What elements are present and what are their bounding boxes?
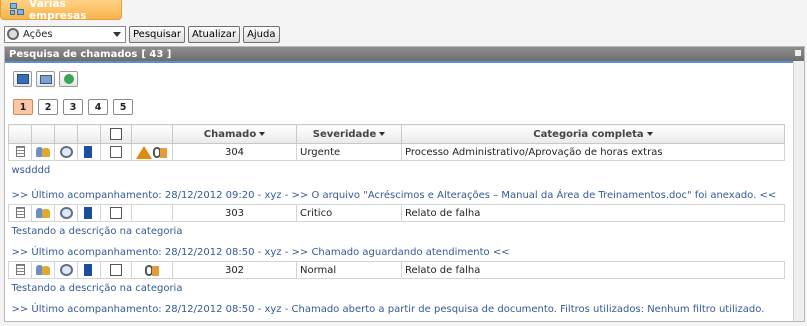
page-button-1[interactable]: 1 (13, 99, 33, 115)
globe-icon (63, 74, 74, 84)
select-all-checkbox[interactable] (100, 124, 132, 144)
page-button-2[interactable]: 2 (38, 99, 58, 115)
ticket-description: Testando a descrição na categoria (11, 283, 183, 294)
actions-select-value: Ações (23, 28, 53, 40)
ticket-severity: Normal (296, 261, 402, 279)
column-header-categoria[interactable]: Categoria completa (401, 124, 785, 144)
pagination: 1 2 3 4 5 (13, 99, 133, 115)
ticket-number: 304 (172, 143, 297, 161)
companies-icon (10, 2, 25, 17)
column-header-chamado[interactable]: Chamado (172, 124, 297, 144)
print-button[interactable] (36, 71, 55, 87)
details-icon[interactable] (15, 146, 25, 158)
details-icon[interactable] (15, 264, 25, 276)
list-view-button[interactable] (13, 71, 32, 87)
toolbar: Ações Pesquisar Atualizar Ajuda (4, 25, 280, 43)
ticket-severity: Urgente (296, 143, 402, 161)
list-view-icon (16, 74, 29, 84)
history-icon[interactable] (59, 207, 73, 219)
attachment-icon[interactable] (152, 146, 168, 159)
ticket-number: 303 (172, 204, 297, 222)
table-header-row: Chamado Severidade Categoria completa (8, 124, 785, 144)
hierarchy-icon[interactable] (83, 264, 95, 276)
hierarchy-icon[interactable] (83, 146, 95, 158)
last-follow-up: >> Último acompanhamento: 28/12/2012 08:… (11, 247, 510, 258)
row-checkbox[interactable] (110, 207, 122, 219)
assign-users-icon[interactable] (35, 146, 51, 158)
page-button-5[interactable]: 5 (113, 99, 133, 115)
ticket-severity: Critico (296, 204, 402, 222)
last-follow-up: >> Último acompanhamento: 28/12/2012 08:… (11, 304, 765, 315)
last-follow-up: >> Último acompanhamento: 28/12/2012 09:… (11, 190, 777, 201)
table-row[interactable]: 303 Critico Relato de falha (8, 204, 785, 222)
help-button[interactable]: Ajuda (243, 25, 280, 43)
search-button[interactable]: Pesquisar (129, 25, 185, 43)
actions-select[interactable]: Ações (4, 25, 126, 43)
ticket-category: Processo Administrativo/Aprovação de hor… (401, 143, 785, 161)
chevron-down-icon (113, 31, 121, 37)
assign-users-icon[interactable] (35, 207, 51, 219)
hierarchy-icon[interactable] (83, 207, 95, 219)
row-checkbox[interactable] (110, 146, 122, 158)
ticket-category: Relato de falha (401, 261, 785, 279)
warning-icon (136, 145, 152, 159)
history-icon[interactable] (59, 264, 73, 276)
column-header-severidade[interactable]: Severidade (296, 124, 402, 144)
table-row[interactable]: 304 Urgente Processo Administrativo/Apro… (8, 143, 785, 161)
sort-arrow-icon (646, 131, 653, 136)
attachment-icon[interactable] (144, 264, 160, 277)
row-checkbox[interactable] (110, 264, 122, 276)
panel-title: Pesquisa de chamados (9, 48, 138, 60)
history-icon[interactable] (59, 146, 73, 158)
ticket-category: Relato de falha (401, 204, 785, 222)
search-panel: Pesquisa de chamados [ 43 ] 1 2 3 4 5 Ch… (4, 46, 805, 322)
page-button-3[interactable]: 3 (63, 99, 83, 115)
sort-arrow-icon (259, 131, 266, 136)
page-button-4[interactable]: 4 (88, 99, 108, 115)
sort-arrow-icon (379, 131, 386, 136)
details-icon[interactable] (15, 207, 25, 219)
view-icon-bar (13, 71, 78, 87)
refresh-button[interactable]: Atualizar (187, 25, 241, 43)
refresh-view-button[interactable] (59, 71, 78, 87)
tickets-table: Chamado Severidade Categoria completa 30… (8, 124, 785, 318)
assign-users-icon[interactable] (35, 264, 51, 276)
ticket-description: Testando a descrição na categoria (11, 226, 183, 237)
table-row[interactable]: 302 Normal Relato de falha (8, 261, 785, 279)
company-tab[interactable]: Várias empresas (0, 0, 122, 22)
ticket-number: 302 (172, 261, 297, 279)
gear-icon (7, 28, 19, 40)
vertical-scrollbar[interactable] (793, 61, 804, 321)
printer-icon (39, 74, 52, 84)
panel-toggle-icon[interactable] (795, 50, 801, 56)
panel-header: Pesquisa de chamados [ 43 ] (5, 47, 804, 63)
ticket-description: wsdddd (11, 165, 51, 176)
result-count: [ 43 ] (141, 48, 172, 60)
company-tab-label: Várias empresas (29, 0, 87, 22)
